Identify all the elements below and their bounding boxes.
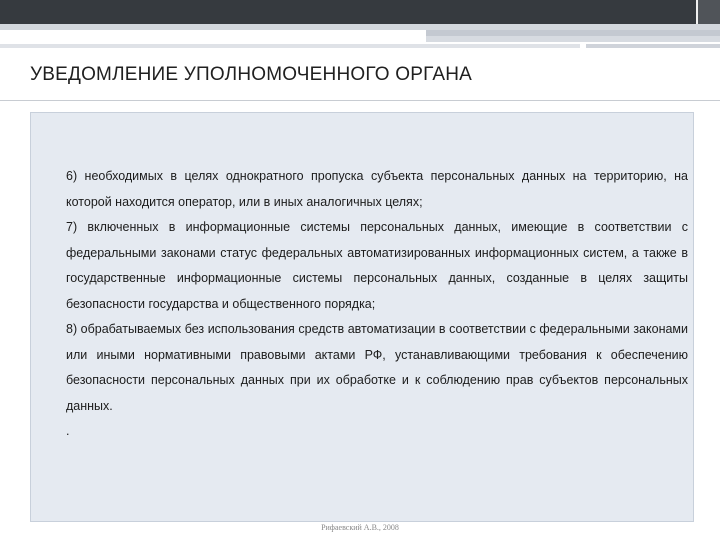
- title-divider: [0, 100, 720, 101]
- decorative-stripe: [0, 44, 580, 48]
- top-bar: [0, 0, 720, 24]
- list-item-6: 6) необходимых в целях однократного проп…: [66, 169, 688, 209]
- trailing-mark: .: [66, 424, 70, 438]
- decorative-stripe: [586, 44, 720, 48]
- top-bar-accent: [696, 0, 720, 24]
- slide-title: УВЕДОМЛЕНИЕ УПОЛНОМОЧЕННОГО ОРГАНА: [30, 64, 472, 85]
- decorative-stripe: [426, 36, 720, 42]
- content-text: 6) необходимых в целях однократного проп…: [66, 164, 688, 445]
- list-item-8: 8) обрабатываемых без использования сред…: [66, 322, 688, 413]
- list-item-7: 7) включенных в информационные системы п…: [66, 220, 688, 311]
- slide-footer: Рифаевский А.В., 2008: [321, 523, 399, 532]
